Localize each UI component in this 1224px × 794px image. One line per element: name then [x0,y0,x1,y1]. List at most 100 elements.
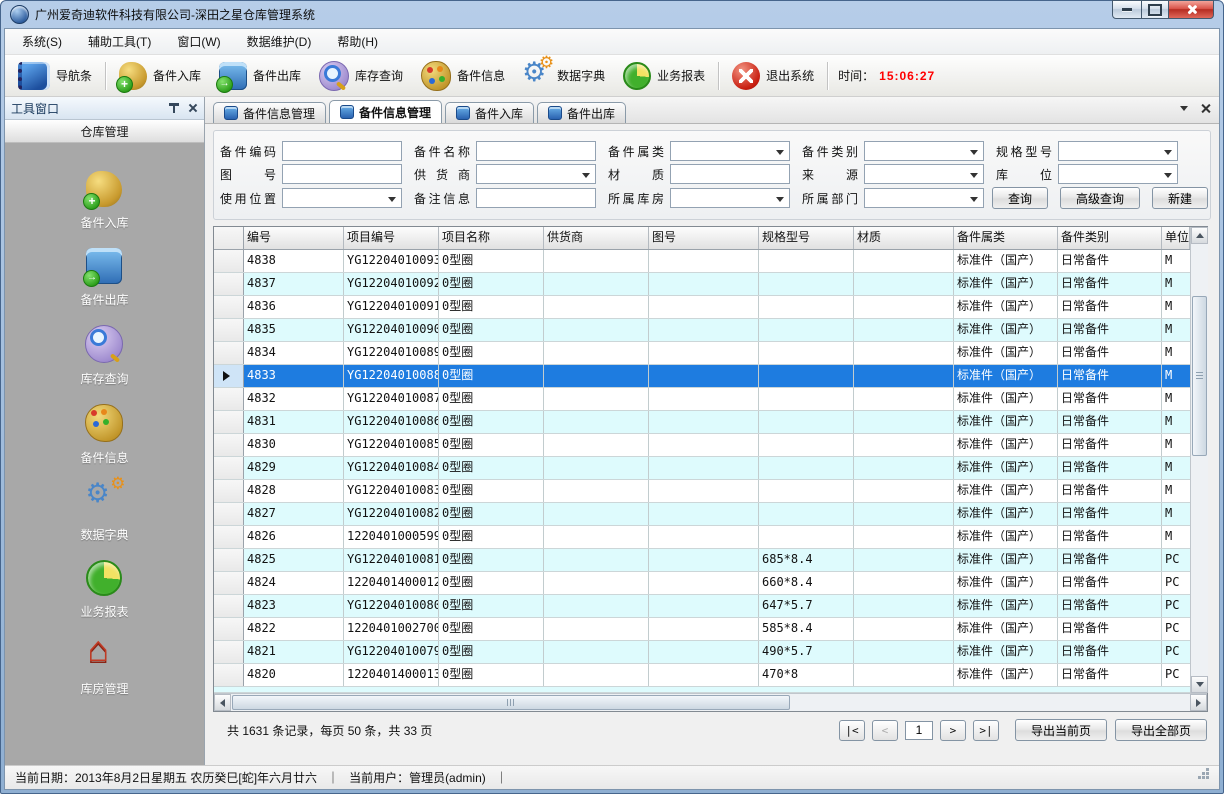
table-row[interactable]: 4835 YG12204010090 0型圈 标准件（国产） [214,319,1190,342]
header-cell[interactable]: 备件类别 [1058,227,1162,249]
minimize-button[interactable] [1112,0,1142,19]
header-cell[interactable]: 图号 [649,227,759,249]
tab-close-icon[interactable] [1201,104,1210,113]
menu-item[interactable]: 系统(S) [9,29,75,54]
search-select[interactable] [1058,164,1178,184]
toolbar-item[interactable]: 业务报表 [614,59,714,93]
sidebar-item[interactable]: 库房管理 [80,637,128,697]
pin-icon[interactable] [168,103,179,114]
cell-supplier [544,503,649,525]
table-row[interactable]: 4820 1220401400013 0型圈 470*8 标准件（国产） [214,664,1190,687]
export-current-page-button[interactable]: 导出当前页 [1015,719,1107,741]
table-row[interactable]: 4826 1220401000599 0型圈 标准件（国产） [214,526,1190,549]
query-button[interactable]: 查询 [992,187,1048,209]
close-button[interactable] [1168,0,1214,19]
new-button[interactable]: 新建 [1152,187,1208,209]
toolbar-item[interactable]: 导航条 [9,59,101,93]
search-select[interactable] [476,164,596,184]
menu-item[interactable]: 数据维护(D) [234,29,325,54]
toolbar-item[interactable]: 备件入库 [110,59,210,93]
scroll-left-button[interactable] [214,694,231,711]
header-cell[interactable]: 材质 [854,227,954,249]
tab[interactable]: 备件出库 [537,102,626,123]
scroll-up-button[interactable] [1191,227,1208,244]
header-cell[interactable]: 规格型号 [759,227,854,249]
toolbar-item[interactable]: 备件信息 [412,59,514,93]
horizontal-scroll-track[interactable] [231,694,1190,711]
sidebar-item[interactable]: 备件信息 [80,404,128,466]
table-row[interactable]: 4823 YG12204010080 0型圈 647*5.7 标准件（国产） [214,595,1190,618]
table-row[interactable]: 4832 YG12204010087 0型圈 标准件（国产） [214,388,1190,411]
search-input[interactable] [282,164,402,184]
table-row[interactable]: 4830 YG12204010085 0型圈 标准件（国产） [214,434,1190,457]
tab[interactable]: 备件入库 [445,102,534,123]
vertical-scroll-thumb[interactable] [1192,296,1207,456]
toolbar-item[interactable]: 退出系统 [723,59,823,93]
table-row[interactable]: 4821 YG12204010079 0型圈 490*5.7 标准件（国产） [214,641,1190,664]
table-row[interactable]: 4829 YG12204010084 0型圈 标准件（国产） [214,457,1190,480]
sidebar-item[interactable]: 业务报表 [80,560,128,620]
sidebar-item[interactable]: 备件入库 [80,171,128,231]
cell-project-no: YG12204010084 [344,457,439,479]
advanced-query-button[interactable]: 高级查询 [1060,187,1140,209]
vertical-scrollbar[interactable] [1190,227,1208,693]
search-select[interactable] [864,188,984,208]
header-cell[interactable]: 项目编号 [344,227,439,249]
cell-no: 4832 [244,388,344,410]
tab[interactable]: 备件信息管理 [329,100,442,123]
scroll-right-button[interactable] [1190,694,1207,711]
search-input[interactable] [476,141,596,161]
table-row[interactable]: 4824 1220401400012 0型圈 660*8.4 标准件（国产） [214,572,1190,595]
export-all-pages-button[interactable]: 导出全部页 [1115,719,1207,741]
table-row[interactable]: 4836 YG12204010091 0型圈 标准件（国产） [214,296,1190,319]
first-page-button[interactable]: |< [839,720,865,741]
prev-page-button[interactable]: < [872,720,898,741]
table-row[interactable]: 4831 YG12204010086 0型圈 标准件（国产） [214,411,1190,434]
search-input[interactable] [476,188,596,208]
sidebar-item[interactable]: 库存查询 [80,325,128,387]
last-page-button[interactable]: >| [973,720,999,741]
menu-item[interactable]: 辅助工具(T) [75,29,164,54]
horizontal-scrollbar[interactable] [214,693,1207,711]
table-row[interactable]: 4834 YG12204010089 0型圈 标准件（国产） [214,342,1190,365]
search-select[interactable] [282,188,402,208]
cell-project-name: 0型圈 [439,664,544,686]
search-select[interactable] [864,141,984,161]
horizontal-scroll-thumb[interactable] [232,695,790,710]
menu-item[interactable]: 窗口(W) [164,29,233,54]
scroll-down-button[interactable] [1191,676,1208,693]
table-row[interactable]: 4838 YG12204010093 0型圈 标准件（国产） [214,250,1190,273]
table-row[interactable]: 4837 YG12204010092 0型圈 标准件（国产） [214,273,1190,296]
panel-close-icon[interactable] [188,103,198,113]
table-row[interactable]: 4825 YG12204010081 0型圈 685*8.4 标准件（国产） [214,549,1190,572]
page-input[interactable] [905,721,933,740]
search-select[interactable] [1058,141,1178,161]
sidebar-item[interactable]: 数据字典 [80,483,128,543]
toolbar-item[interactable]: 备件出库 [210,59,310,93]
maximize-button[interactable] [1141,0,1169,19]
table-row[interactable]: 4828 YG12204010083 0型圈 标准件（国产） [214,480,1190,503]
data-dict-icon [86,483,122,519]
search-select[interactable] [864,164,984,184]
sidebar-item[interactable]: 备件出库 [80,248,128,308]
toolbar-item[interactable]: 数据字典 [514,59,614,93]
table-row[interactable]: 4827 YG12204010082 0型圈 标准件（国产） [214,503,1190,526]
table-row[interactable]: 4833 YG12204010088 0型圈 标准件（国产） [214,365,1190,388]
menu-item[interactable]: 帮助(H) [324,29,391,54]
header-cell[interactable]: 编号 [244,227,344,249]
search-input[interactable] [282,141,402,161]
cell-project-no: YG12204010089 [344,342,439,364]
toolbar-item[interactable]: 库存查询 [310,59,412,93]
header-cell[interactable]: 备件属类 [954,227,1058,249]
table-row[interactable]: 4822 1220401002700 0型圈 585*8.4 标准件（国产） [214,618,1190,641]
search-input[interactable] [670,164,790,184]
next-page-button[interactable]: > [940,720,966,741]
search-select[interactable] [670,188,790,208]
tab-list-dropdown-icon[interactable] [1180,106,1188,111]
header-cell[interactable]: 单位 [1162,227,1190,249]
vertical-scroll-track[interactable] [1191,244,1208,676]
header-cell[interactable]: 供货商 [544,227,649,249]
header-cell[interactable]: 项目名称 [439,227,544,249]
search-select[interactable] [670,141,790,161]
tab[interactable]: 备件信息管理 [213,102,326,123]
